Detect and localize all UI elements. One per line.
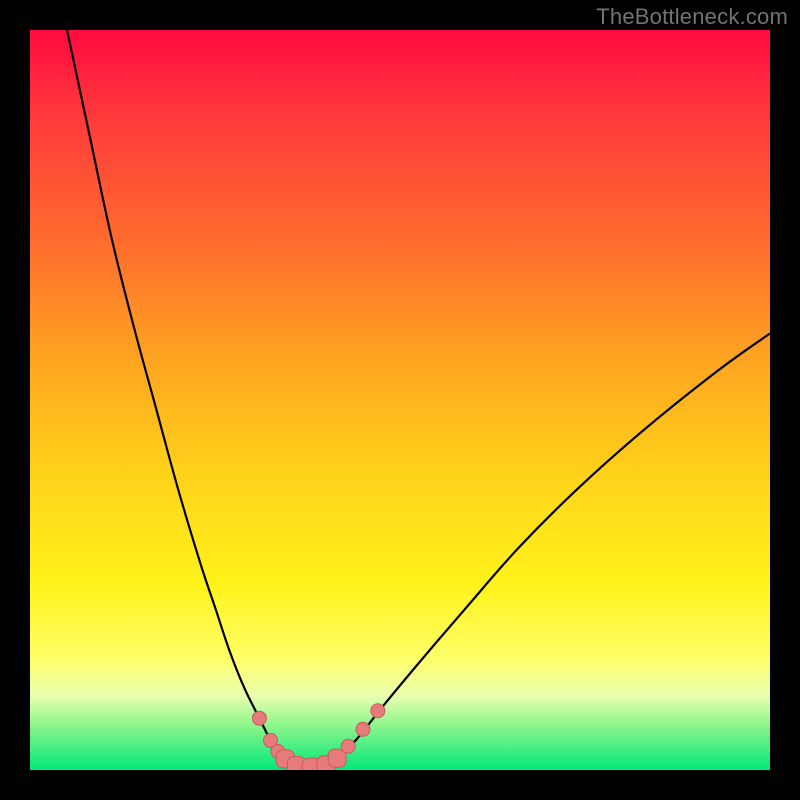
plot-area bbox=[30, 30, 770, 770]
watermark-text: TheBottleneck.com bbox=[596, 4, 788, 30]
marker-point bbox=[341, 739, 355, 753]
chart-frame: TheBottleneck.com bbox=[0, 0, 800, 800]
marker-point bbox=[356, 722, 370, 736]
curve-layer bbox=[30, 30, 770, 770]
bottleneck-curve bbox=[67, 30, 770, 767]
marker-point bbox=[252, 711, 266, 725]
marker-point bbox=[371, 704, 385, 718]
marker-group bbox=[252, 704, 384, 770]
